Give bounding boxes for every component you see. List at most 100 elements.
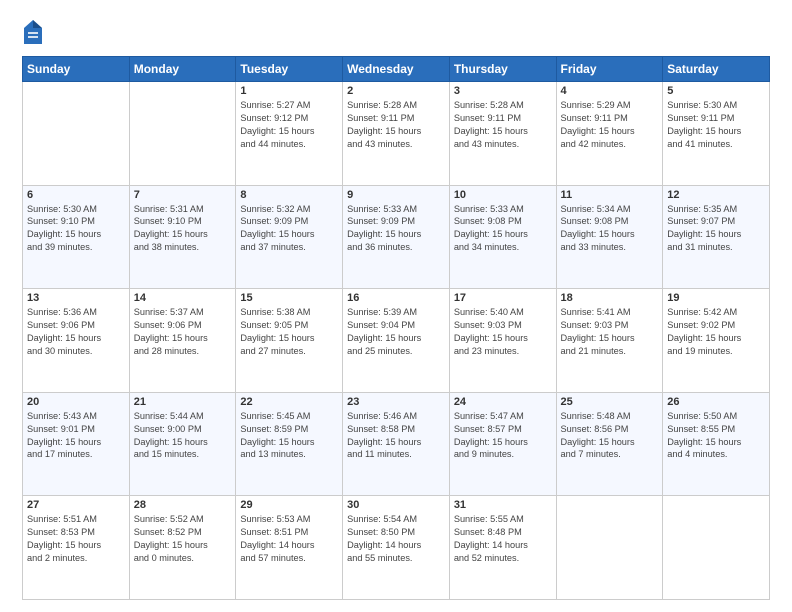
day-number: 28 [134,499,232,511]
calendar-header-friday: Friday [556,57,663,82]
day-number: 18 [561,292,659,304]
day-number: 10 [454,189,552,201]
calendar-header-tuesday: Tuesday [236,57,343,82]
day-info: Sunrise: 5:37 AM Sunset: 9:06 PM Dayligh… [134,306,232,358]
calendar-cell: 9 Sunrise: 5:33 AM Sunset: 9:09 PM Daylig… [343,185,450,289]
day-number: 20 [27,396,125,408]
page: SundayMondayTuesdayWednesdayThursdayFrid… [0,0,792,612]
day-info: Sunrise: 5:54 AM Sunset: 8:50 PM Dayligh… [347,513,445,565]
calendar-cell: 16 Sunrise: 5:39 AM Sunset: 9:04 PM Dayli… [343,289,450,393]
calendar-cell [556,496,663,600]
calendar-cell: 19 Sunrise: 5:42 AM Sunset: 9:02 PM Dayli… [663,289,770,393]
calendar-week-1: 1 Sunrise: 5:27 AM Sunset: 9:12 PM Daylig… [23,82,770,186]
calendar-week-2: 6 Sunrise: 5:30 AM Sunset: 9:10 PM Daylig… [23,185,770,289]
day-info: Sunrise: 5:29 AM Sunset: 9:11 PM Dayligh… [561,99,659,151]
day-info: Sunrise: 5:33 AM Sunset: 9:08 PM Dayligh… [454,203,552,255]
calendar-cell: 8 Sunrise: 5:32 AM Sunset: 9:09 PM Daylig… [236,185,343,289]
calendar-cell: 22 Sunrise: 5:45 AM Sunset: 8:59 PM Dayli… [236,392,343,496]
day-info: Sunrise: 5:53 AM Sunset: 8:51 PM Dayligh… [240,513,338,565]
day-info: Sunrise: 5:48 AM Sunset: 8:56 PM Dayligh… [561,410,659,462]
calendar-header-thursday: Thursday [449,57,556,82]
day-number: 19 [667,292,765,304]
day-info: Sunrise: 5:39 AM Sunset: 9:04 PM Dayligh… [347,306,445,358]
calendar-cell: 18 Sunrise: 5:41 AM Sunset: 9:03 PM Dayli… [556,289,663,393]
day-number: 21 [134,396,232,408]
day-number: 23 [347,396,445,408]
day-info: Sunrise: 5:41 AM Sunset: 9:03 PM Dayligh… [561,306,659,358]
day-number: 2 [347,85,445,97]
calendar-header-row: SundayMondayTuesdayWednesdayThursdayFrid… [23,57,770,82]
day-number: 6 [27,189,125,201]
calendar-cell: 15Sunrise: 5:38 AM Sunset: 9:05 PM Dayli… [236,289,343,393]
calendar-cell: 23 Sunrise: 5:46 AM Sunset: 8:58 PM Dayli… [343,392,450,496]
day-info: Sunrise: 5:44 AM Sunset: 9:00 PM Dayligh… [134,410,232,462]
calendar-cell: 24 Sunrise: 5:47 AM Sunset: 8:57 PM Dayli… [449,392,556,496]
day-info: Sunrise: 5:30 AM Sunset: 9:11 PM Dayligh… [667,99,765,151]
day-number: 15 [240,292,338,304]
day-number: 29 [240,499,338,511]
calendar-cell: 2 Sunrise: 5:28 AM Sunset: 9:11 PM Daylig… [343,82,450,186]
calendar-cell: 11 Sunrise: 5:34 AM Sunset: 9:08 PM Dayli… [556,185,663,289]
calendar-header-wednesday: Wednesday [343,57,450,82]
calendar-cell: 31 Sunrise: 5:55 AM Sunset: 8:48 PM Dayli… [449,496,556,600]
day-number: 24 [454,396,552,408]
day-info: Sunrise: 5:45 AM Sunset: 8:59 PM Dayligh… [240,410,338,462]
calendar-cell: 10 Sunrise: 5:33 AM Sunset: 9:08 PM Dayli… [449,185,556,289]
day-number: 1 [240,85,338,97]
calendar-cell: 14 Sunrise: 5:37 AM Sunset: 9:06 PM Dayli… [129,289,236,393]
day-info: Sunrise: 5:34 AM Sunset: 9:08 PM Dayligh… [561,203,659,255]
day-number: 4 [561,85,659,97]
calendar-cell: 4 Sunrise: 5:29 AM Sunset: 9:11 PM Daylig… [556,82,663,186]
calendar-cell: 13 Sunrise: 5:36 AM Sunset: 9:06 PM Dayli… [23,289,130,393]
day-info: Sunrise: 5:42 AM Sunset: 9:02 PM Dayligh… [667,306,765,358]
logo [22,18,48,46]
calendar-cell: 1 Sunrise: 5:27 AM Sunset: 9:12 PM Daylig… [236,82,343,186]
day-info: Sunrise: 5:52 AM Sunset: 8:52 PM Dayligh… [134,513,232,565]
day-info: Sunrise: 5:46 AM Sunset: 8:58 PM Dayligh… [347,410,445,462]
day-number: 13 [27,292,125,304]
day-info: Sunrise: 5:28 AM Sunset: 9:11 PM Dayligh… [454,99,552,151]
day-info: Sunrise: 5:33 AM Sunset: 9:09 PM Dayligh… [347,203,445,255]
calendar-cell: 20Sunrise: 5:43 AM Sunset: 9:01 PM Dayli… [23,392,130,496]
calendar-cell [663,496,770,600]
day-number: 3 [454,85,552,97]
day-info: Sunrise: 5:51 AM Sunset: 8:53 PM Dayligh… [27,513,125,565]
day-number: 17 [454,292,552,304]
day-number: 8 [240,189,338,201]
day-info: Sunrise: 5:50 AM Sunset: 8:55 PM Dayligh… [667,410,765,462]
day-info: Sunrise: 5:32 AM Sunset: 9:09 PM Dayligh… [240,203,338,255]
calendar-week-4: 20Sunrise: 5:43 AM Sunset: 9:01 PM Dayli… [23,392,770,496]
day-info: Sunrise: 5:47 AM Sunset: 8:57 PM Dayligh… [454,410,552,462]
calendar-cell [129,82,236,186]
calendar-week-3: 13 Sunrise: 5:36 AM Sunset: 9:06 PM Dayli… [23,289,770,393]
day-number: 31 [454,499,552,511]
header [22,18,770,46]
calendar-header-saturday: Saturday [663,57,770,82]
calendar-cell: 6 Sunrise: 5:30 AM Sunset: 9:10 PM Daylig… [23,185,130,289]
calendar-cell: 17 Sunrise: 5:40 AM Sunset: 9:03 PM Dayli… [449,289,556,393]
calendar-cell [23,82,130,186]
day-number: 11 [561,189,659,201]
day-info: Sunrise: 5:27 AM Sunset: 9:12 PM Dayligh… [240,99,338,151]
calendar-cell: 30 Sunrise: 5:54 AM Sunset: 8:50 PM Dayli… [343,496,450,600]
day-number: 7 [134,189,232,201]
day-number: 14 [134,292,232,304]
calendar-table: SundayMondayTuesdayWednesdayThursdayFrid… [22,56,770,600]
calendar-header-monday: Monday [129,57,236,82]
day-info: Sunrise: 5:31 AM Sunset: 9:10 PM Dayligh… [134,203,232,255]
calendar-header-sunday: Sunday [23,57,130,82]
day-number: 16 [347,292,445,304]
day-number: 22 [240,396,338,408]
calendar-cell: 25 Sunrise: 5:48 AM Sunset: 8:56 PM Dayli… [556,392,663,496]
day-number: 25 [561,396,659,408]
calendar-cell: 26Sunrise: 5:50 AM Sunset: 8:55 PM Dayli… [663,392,770,496]
day-number: 30 [347,499,445,511]
day-info: Sunrise: 5:40 AM Sunset: 9:03 PM Dayligh… [454,306,552,358]
day-info: Sunrise: 5:30 AM Sunset: 9:10 PM Dayligh… [27,203,125,255]
day-number: 9 [347,189,445,201]
day-info: Sunrise: 5:55 AM Sunset: 8:48 PM Dayligh… [454,513,552,565]
day-info: Sunrise: 5:36 AM Sunset: 9:06 PM Dayligh… [27,306,125,358]
day-info: Sunrise: 5:28 AM Sunset: 9:11 PM Dayligh… [347,99,445,151]
calendar-cell: 28 Sunrise: 5:52 AM Sunset: 8:52 PM Dayli… [129,496,236,600]
day-number: 5 [667,85,765,97]
